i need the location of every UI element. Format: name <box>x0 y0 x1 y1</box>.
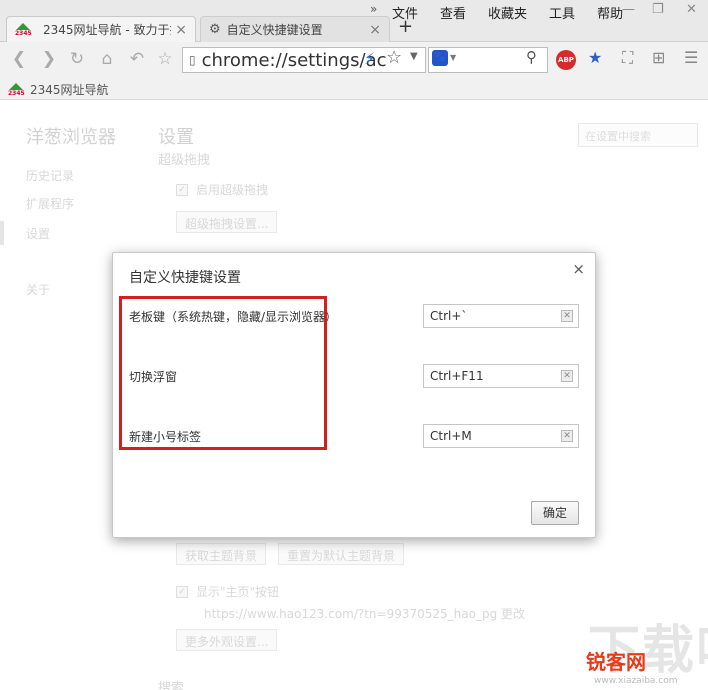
menu-file[interactable]: 文件 <box>392 3 418 22</box>
home-icon[interactable]: ⌂ <box>96 49 118 69</box>
annotation-highlight-box <box>119 296 327 450</box>
tab-close-icon[interactable]: × <box>369 22 381 38</box>
forward-icon[interactable]: ❯ <box>38 49 60 69</box>
bookmark-2345[interactable]: 2345 2345网址导航 <box>8 81 109 98</box>
close-icon[interactable]: × <box>572 260 585 278</box>
adblock-icon[interactable]: ABP <box>556 50 576 70</box>
menu-tools[interactable]: 工具 <box>549 3 575 22</box>
shortcut-dialog: 自定义快捷键设置 × 老板键（系统热键，隐藏/显示浏览器） Ctrl+` ✕ 切… <box>112 252 596 538</box>
tab-overflow-icon[interactable]: » <box>370 2 377 16</box>
reload-icon[interactable]: ↻ <box>66 49 88 69</box>
search-engine-dropdown-icon[interactable]: ▼ <box>450 53 456 62</box>
bookmark-star-icon[interactable]: ☆ <box>154 49 176 69</box>
clear-icon[interactable]: ✕ <box>561 430 573 442</box>
tab-2345-nav[interactable]: 2345 2345网址导航 - 致力于打造 × <box>6 16 196 42</box>
tab-shortcut-settings[interactable]: ⚙ 自定义快捷键设置 × <box>200 16 390 42</box>
page-icon: ▯ <box>189 53 196 67</box>
bookmarks-bar: 2345 2345网址导航 <box>0 78 708 100</box>
boss-key-field[interactable]: Ctrl+` <box>423 304 579 328</box>
menu-bar: 文件 查看 收藏夹 工具 帮助 <box>392 3 645 22</box>
baidu-paw-icon[interactable]: 🐾 <box>432 50 448 66</box>
menu-help[interactable]: 帮助 <box>597 3 623 22</box>
back-icon[interactable]: ❮ <box>8 49 30 69</box>
favorites-icon[interactable]: ★ <box>588 48 602 67</box>
float-window-field[interactable]: Ctrl+F11 <box>423 364 579 388</box>
gear-icon: ⚙ <box>209 22 221 37</box>
menu-icon[interactable]: ☰ <box>684 48 698 67</box>
tab-bar: 2345 2345网址导航 - 致力于打造 × ⚙ 自定义快捷键设置 × » +… <box>0 0 708 42</box>
search-icon[interactable]: ⚲ <box>526 48 537 66</box>
new-alt-tab-field[interactable]: Ctrl+M <box>423 424 579 448</box>
ok-button[interactable]: 确定 <box>531 501 579 525</box>
watermark-badge: 锐客网 <box>586 650 646 674</box>
restore-icon[interactable]: ❐ <box>652 2 664 17</box>
clear-icon[interactable]: ✕ <box>561 310 573 322</box>
bookmark-label: 2345网址导航 <box>30 83 109 97</box>
tab-close-icon[interactable]: × <box>175 22 187 38</box>
2345-logo-icon: 2345 <box>8 82 25 97</box>
tab-label: 自定义快捷键设置 <box>226 23 323 37</box>
screenshot-icon[interactable]: ⛶ <box>622 48 633 68</box>
star-icon[interactable]: ☆ <box>386 47 402 68</box>
undo-close-icon[interactable]: ↶ <box>126 49 148 69</box>
close-window-icon[interactable]: ✕ <box>686 2 697 17</box>
watermark-url: www.xiazaiba.com <box>594 676 678 686</box>
dialog-title: 自定义快捷键设置 <box>129 270 241 286</box>
menu-view[interactable]: 查看 <box>440 3 466 22</box>
2345-logo-icon: 2345 <box>15 22 32 37</box>
menu-favorites[interactable]: 收藏夹 <box>488 3 527 22</box>
clear-icon[interactable]: ✕ <box>561 370 573 382</box>
tab-label: 2345网址导航 - 致力于打造 <box>43 23 171 37</box>
speed-mode-icon[interactable]: ⚡ <box>364 49 375 68</box>
chevron-down-icon[interactable]: ▼ <box>410 51 418 62</box>
grid-icon[interactable]: ⊞ <box>652 48 665 67</box>
minimize-icon[interactable]: — <box>622 2 635 17</box>
address-url: chrome://settings/ac <box>201 49 387 71</box>
